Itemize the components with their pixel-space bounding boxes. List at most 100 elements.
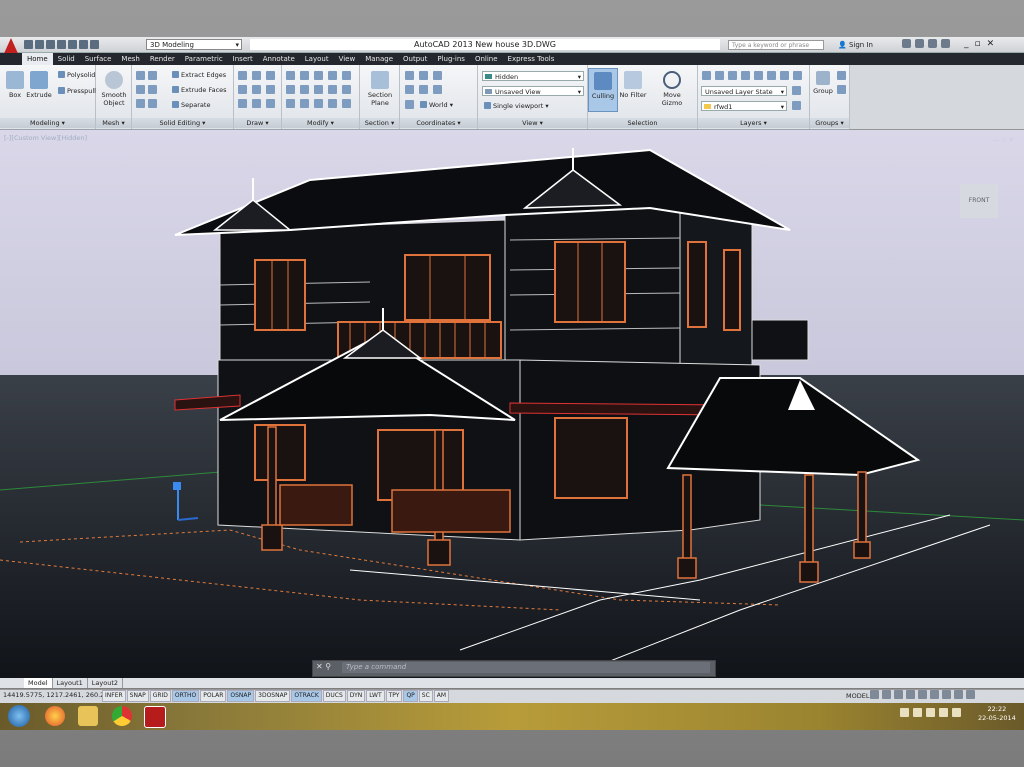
smooth-object-button[interactable]: Smooth Object (99, 71, 129, 107)
selection-panel-label[interactable]: Selection (588, 118, 697, 128)
trim-icon[interactable] (314, 71, 323, 80)
layer-freeze-icon[interactable] (741, 71, 750, 80)
tab-mesh[interactable]: Mesh (116, 53, 144, 65)
ucs-x-icon[interactable] (433, 71, 442, 80)
toggle-3dosnap[interactable]: 3DOSNAP (255, 690, 291, 702)
array-icon[interactable] (342, 71, 351, 80)
layer-match-icon[interactable] (767, 71, 776, 80)
toggle-dyn[interactable]: DYN (346, 690, 366, 702)
save-icon[interactable] (46, 40, 55, 49)
help-search-input[interactable]: Type a keyword or phrase (728, 40, 824, 50)
layer-lock-icon[interactable] (754, 71, 763, 80)
union-icon[interactable] (136, 71, 145, 80)
coordinates-panel-label[interactable]: Coordinates ▾ (400, 118, 477, 128)
sign-in-button[interactable]: 👤 Sign In (838, 39, 873, 51)
tab-plugins[interactable]: Plug-ins (432, 53, 470, 65)
undo-icon[interactable] (79, 40, 88, 49)
circle-icon[interactable] (266, 71, 275, 80)
ucs-object-icon[interactable] (419, 85, 428, 94)
layer-off-icon[interactable] (715, 71, 724, 80)
section-panel-label[interactable]: Section ▾ (360, 118, 399, 128)
world-ucs-select[interactable]: World ▾ (420, 101, 453, 110)
lock-icon[interactable] (930, 690, 939, 699)
toggle-grid[interactable]: GRID (149, 690, 171, 702)
exchange-icon[interactable] (902, 39, 911, 48)
close-button[interactable]: ✕ (987, 38, 995, 50)
move-gizmo-button[interactable]: Move Gizmo (652, 71, 692, 107)
taskbar-clock[interactable]: 22:22 22-05-2014 (978, 705, 1016, 723)
section-plane-button[interactable]: Section Plane (365, 71, 395, 107)
groups-panel-label[interactable]: Groups ▾ (810, 118, 849, 128)
help-icon[interactable] (941, 39, 950, 48)
ungroup-icon[interactable] (837, 71, 846, 80)
keyboard-icon[interactable] (900, 708, 909, 717)
workspace-select[interactable]: 3D Modeling (146, 39, 242, 51)
hatch-icon[interactable] (252, 99, 261, 108)
viewport-controls-label[interactable]: [-][Custom View][Hidden] (4, 134, 87, 142)
star-icon[interactable] (915, 39, 924, 48)
annotation-visibility-icon[interactable] (906, 690, 915, 699)
tab-annotate[interactable]: Annotate (258, 53, 300, 65)
ucs-face-icon[interactable] (433, 85, 442, 94)
tab-model[interactable]: Model (24, 678, 53, 688)
tray-arrow-icon[interactable] (913, 708, 922, 717)
ucs-view-icon[interactable] (405, 85, 414, 94)
ucs-icon[interactable] (405, 71, 414, 80)
tab-layout2[interactable]: Layout2 (88, 678, 123, 688)
hardware-acceleration-icon[interactable] (942, 690, 951, 699)
toggle-infer[interactable]: INFER (102, 690, 126, 702)
offset-icon[interactable] (328, 85, 337, 94)
new-icon[interactable] (24, 40, 33, 49)
layer-state-icon[interactable] (792, 86, 801, 95)
info-center-icon[interactable] (928, 39, 937, 48)
viewport-close-icons[interactable]: — ▫ ✕ (992, 136, 1014, 144)
modify-panel-label[interactable]: Modify ▾ (282, 118, 359, 128)
autocad-taskbar-icon[interactable] (144, 706, 166, 728)
firefox-icon[interactable] (45, 706, 65, 726)
visual-style-select[interactable]: Hidden (482, 71, 584, 82)
extract-edges-button[interactable]: Extract Edges (172, 71, 226, 80)
scale-icon[interactable] (342, 85, 351, 94)
tab-layout1[interactable]: Layout1 (53, 678, 88, 688)
print-icon[interactable] (68, 40, 77, 49)
quick-view-layouts-icon[interactable] (870, 690, 879, 699)
command-close-icon[interactable]: ✕ ⚲ (316, 662, 331, 671)
arc-icon[interactable] (238, 85, 247, 94)
line-icon[interactable] (238, 71, 247, 80)
network-icon[interactable] (939, 708, 948, 717)
presspull-button[interactable]: Presspull (58, 87, 96, 96)
layer-properties-icon[interactable] (702, 71, 711, 80)
restore-button[interactable]: ▫ (975, 38, 981, 50)
region-icon[interactable] (266, 99, 275, 108)
chrome-icon[interactable] (112, 706, 132, 726)
join-icon[interactable] (328, 99, 337, 108)
named-view-select[interactable]: Unsaved View (482, 86, 584, 97)
tab-online[interactable]: Online (470, 53, 503, 65)
slice-icon[interactable] (148, 85, 157, 94)
rectangle-icon[interactable] (252, 85, 261, 94)
toggle-sc[interactable]: SC (418, 690, 433, 702)
viewport-config-button[interactable]: Single viewport ▾ (484, 102, 549, 111)
copy-icon[interactable] (286, 85, 295, 94)
start-button[interactable] (8, 705, 30, 727)
quick-view-drawings-icon[interactable] (882, 690, 891, 699)
interfere-icon[interactable] (136, 99, 145, 108)
move-icon[interactable] (286, 71, 295, 80)
toggle-snap[interactable]: SNAP (126, 690, 149, 702)
command-input[interactable]: Type a command (342, 662, 710, 673)
layer-previous-icon[interactable] (780, 71, 789, 80)
viewcube[interactable]: FRONT (960, 184, 998, 218)
fillet-icon[interactable] (314, 85, 323, 94)
view-panel-label[interactable]: View ▾ (478, 118, 587, 128)
workspace-switch-icon[interactable] (918, 690, 927, 699)
tab-surface[interactable]: Surface (80, 53, 117, 65)
modeling-panel-label[interactable]: Modeling ▾ (0, 118, 95, 128)
minimize-button[interactable]: _ (964, 38, 969, 50)
toggle-ortho[interactable]: ORTHO (171, 690, 200, 702)
draw-panel-label[interactable]: Draw ▾ (234, 118, 281, 128)
polysolid-button[interactable]: Polysolid (58, 71, 95, 80)
group-edit-icon[interactable] (837, 85, 846, 94)
solid-editing-panel-label[interactable]: Solid Editing ▾ (132, 118, 233, 128)
ucs-origin-icon[interactable] (419, 71, 428, 80)
save-as-icon[interactable] (57, 40, 66, 49)
